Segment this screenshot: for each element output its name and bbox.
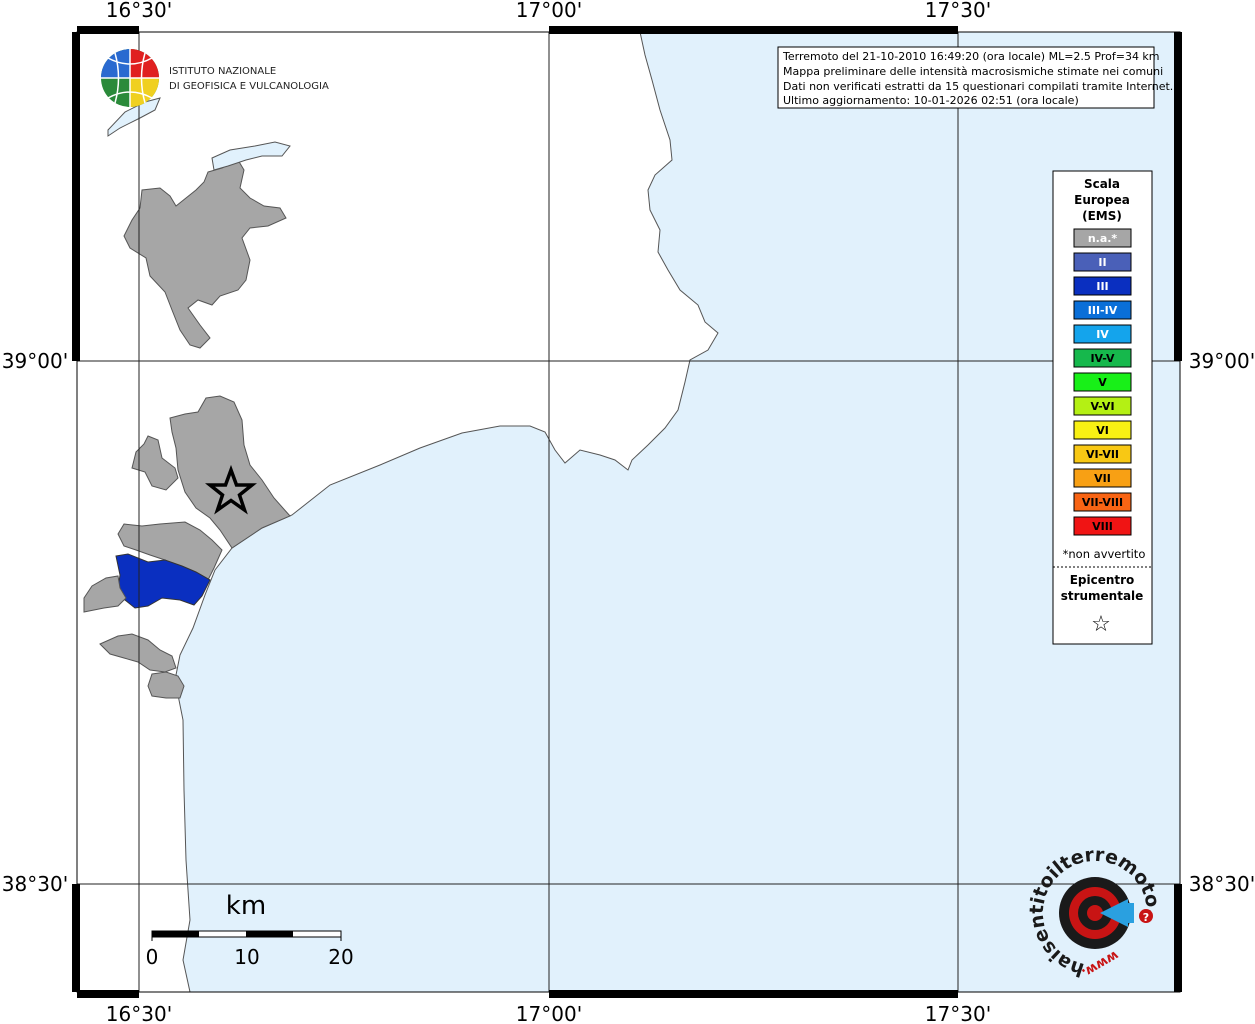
legend-label: IV (1096, 328, 1109, 341)
lon-label-top-1: 16°30' (106, 0, 172, 22)
scale-label-20: 20 (328, 945, 353, 969)
scale-label-10: 10 (234, 945, 259, 969)
lon-label-bottom-3: 17°30' (925, 1002, 991, 1024)
legend-label: n.a.* (1088, 232, 1118, 245)
legend-label: VI (1096, 424, 1109, 437)
lat-label-left-1: 39°00' (2, 349, 68, 373)
scale-label-0: 0 (146, 945, 159, 969)
logo-text-line2: DI GEOFISICA E VULCANOLOGIA (169, 81, 329, 92)
info-line-2: Mappa preliminare delle intensità macros… (783, 65, 1163, 78)
lat-label-right-1: 39°00' (1189, 349, 1255, 373)
lon-label-bottom-2: 17°00' (516, 1002, 582, 1024)
legend-label: VI-VII (1086, 448, 1119, 461)
legend-note: *non avvertito (1063, 547, 1146, 561)
scale-unit: km (226, 891, 266, 921)
info-line-4: Ultimo aggiornamento: 10-01-2026 02:51 (… (783, 94, 1079, 107)
legend: Scala Europea (EMS) n.a.*IIIIIIII-IVIVIV… (1052, 170, 1153, 645)
info-line-1: Terremoto del 21-10-2010 16:49:20 (ora l… (782, 50, 1160, 63)
lon-label-bottom-1: 16°30' (106, 1002, 172, 1024)
legend-star-icon: ☆ (1091, 612, 1111, 637)
lat-label-right-2: 38°30' (1189, 872, 1255, 896)
legend-label: IV-V (1090, 352, 1115, 365)
legend-epicentre-1: Epicentro (1070, 573, 1135, 587)
legend-label: VII (1094, 472, 1111, 485)
info-line-3: Dati non verificati estratti da 15 quest… (783, 80, 1173, 93)
legend-label: V-VI (1090, 400, 1114, 413)
macroseismic-map: 16°30' 17°00' 17°30' 16°30' 17°00' 17°30… (0, 0, 1255, 1024)
question-icon: ? (1143, 911, 1149, 924)
legend-label: VII-VIII (1082, 496, 1123, 509)
lon-label-top-3: 17°30' (925, 0, 991, 22)
legend-label: II (1098, 256, 1106, 269)
legend-title-1: Scala (1084, 177, 1120, 191)
legend-label: III-IV (1088, 304, 1118, 317)
legend-epicentre-2: strumentale (1061, 589, 1144, 603)
legend-label: III (1096, 280, 1108, 293)
legend-label: VIII (1092, 520, 1113, 533)
legend-title-3: (EMS) (1082, 209, 1122, 223)
lat-label-left-2: 38°30' (2, 872, 68, 896)
legend-label: V (1098, 376, 1107, 389)
legend-title-2: Europea (1074, 193, 1130, 207)
lon-label-top-2: 17°00' (516, 0, 582, 22)
logo-text-line1: ISTITUTO NAZIONALE (169, 66, 276, 77)
